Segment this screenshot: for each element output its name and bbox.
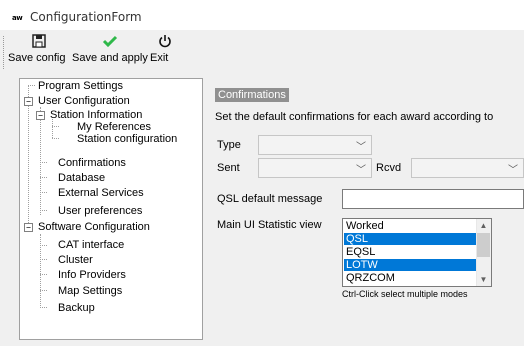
tree-line bbox=[28, 85, 29, 229]
exit-button[interactable]: Exit bbox=[150, 34, 180, 70]
collapse-icon[interactable]: − bbox=[36, 111, 45, 120]
statistic-view-listbox[interactable]: Worked QSL EQSL LOTW QRZCOM ▲ ▼ bbox=[342, 218, 492, 287]
toolbar: Save config Save and apply Exit bbox=[0, 30, 524, 75]
tree-line bbox=[28, 85, 35, 86]
list-item[interactable]: Worked bbox=[344, 220, 477, 232]
tree-item-software-configuration[interactable]: Software Configuration bbox=[38, 221, 150, 233]
tree-line bbox=[40, 307, 47, 308]
tree-item-my-references[interactable]: My References bbox=[77, 121, 151, 133]
rcvd-label: Rcvd bbox=[376, 162, 402, 174]
tree-line bbox=[40, 290, 47, 291]
tree-item-info-providers[interactable]: Info Providers bbox=[58, 269, 126, 281]
chevron-down-icon: ﹀ bbox=[356, 142, 366, 153]
tree-line bbox=[40, 162, 47, 163]
tree-line bbox=[40, 107, 41, 215]
list-item[interactable]: QRZCOM bbox=[344, 272, 477, 284]
chevron-down-icon: ﹀ bbox=[356, 165, 366, 176]
floppy-disk-icon bbox=[8, 34, 70, 52]
multi-select-hint: Ctrl-Click select multiple modes bbox=[342, 289, 468, 299]
tree-line bbox=[40, 177, 47, 178]
tree-line bbox=[52, 119, 53, 138]
tree-line bbox=[40, 192, 47, 193]
tree-item-cat-interface[interactable]: CAT interface bbox=[58, 239, 124, 251]
tree-line bbox=[40, 274, 47, 275]
tree-item-map-settings[interactable]: Map Settings bbox=[58, 285, 122, 297]
type-label: Type bbox=[217, 139, 241, 151]
tree-line bbox=[40, 245, 47, 246]
tree-line bbox=[40, 210, 47, 211]
settings-tree[interactable]: − − − Program Settings User Configuratio… bbox=[19, 78, 203, 340]
sent-label: Sent bbox=[217, 162, 240, 174]
exit-label: Exit bbox=[150, 52, 169, 64]
tree-line bbox=[52, 126, 59, 127]
save-and-apply-label: Save and apply bbox=[72, 52, 148, 64]
scroll-up-icon[interactable]: ▲ bbox=[476, 219, 491, 232]
collapse-icon[interactable]: − bbox=[24, 223, 33, 232]
tree-item-database[interactable]: Database bbox=[58, 172, 105, 184]
checkmark-icon bbox=[72, 34, 148, 52]
tree-item-cluster[interactable]: Cluster bbox=[58, 254, 93, 266]
qsl-default-message-input[interactable] bbox=[342, 189, 524, 209]
collapse-icon[interactable]: − bbox=[24, 97, 33, 106]
power-icon bbox=[150, 34, 180, 52]
list-item[interactable]: QSL bbox=[344, 233, 477, 245]
tree-line bbox=[40, 259, 47, 260]
tree-item-user-preferences[interactable]: User preferences bbox=[58, 205, 142, 217]
section-header: Confirmations bbox=[215, 88, 289, 102]
tree-item-external-services[interactable]: External Services bbox=[58, 187, 144, 199]
scroll-down-icon[interactable]: ▼ bbox=[476, 273, 491, 286]
app-icon: aw bbox=[12, 14, 23, 22]
qsl-default-message-label: QSL default message bbox=[217, 193, 323, 205]
list-item[interactable]: LOTW bbox=[344, 259, 477, 271]
chevron-down-icon: ﹀ bbox=[508, 165, 518, 176]
list-item[interactable]: EQSL bbox=[344, 246, 477, 258]
tree-item-station-configuration[interactable]: Station configuration bbox=[77, 133, 177, 145]
save-and-apply-button[interactable]: Save and apply bbox=[72, 34, 148, 70]
sent-dropdown[interactable]: ﹀ bbox=[258, 158, 372, 178]
tree-item-user-configuration[interactable]: User Configuration bbox=[38, 95, 130, 107]
scrollbar-thumb[interactable] bbox=[477, 233, 490, 257]
type-dropdown[interactable]: ﹀ bbox=[258, 135, 372, 155]
tree-item-backup[interactable]: Backup bbox=[58, 302, 95, 314]
window-title: ConfigurationForm bbox=[30, 10, 142, 24]
toolbar-grip[interactable] bbox=[3, 36, 6, 69]
tree-line bbox=[52, 138, 59, 139]
save-config-label: Save config bbox=[8, 52, 66, 64]
main-ui-statistic-label: Main UI Statistic view bbox=[217, 219, 322, 231]
tree-item-station-information[interactable]: Station Information bbox=[50, 109, 142, 121]
tree-item-confirmations[interactable]: Confirmations bbox=[58, 157, 126, 169]
tree-item-program-settings[interactable]: Program Settings bbox=[38, 80, 123, 92]
panel-description: Set the default confirmations for each a… bbox=[215, 111, 494, 123]
confirmations-panel: Confirmations Set the default confirmati… bbox=[210, 78, 524, 340]
title-bar: aw ConfigurationForm bbox=[0, 0, 524, 30]
rcvd-dropdown[interactable]: ﹀ bbox=[411, 158, 524, 178]
scrollbar[interactable]: ▲ ▼ bbox=[476, 219, 491, 286]
save-config-button[interactable]: Save config bbox=[8, 34, 70, 70]
